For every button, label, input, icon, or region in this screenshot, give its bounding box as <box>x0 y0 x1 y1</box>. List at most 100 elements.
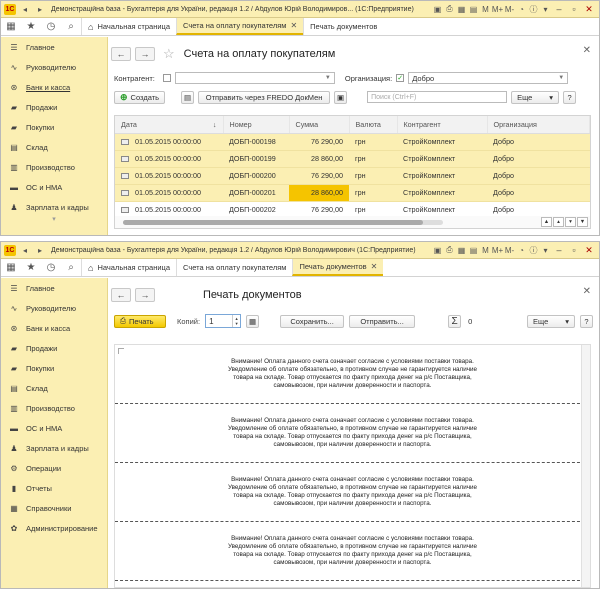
sidebar-item[interactable]: ⊛ Банк и касса <box>1 77 107 97</box>
sidebar-item[interactable]: ☰ Главное <box>1 278 107 298</box>
sidebar-item[interactable]: ⚙ Операции <box>1 458 107 478</box>
save-button[interactable]: Сохранить... <box>280 314 345 328</box>
save-icon[interactable]: ▣ <box>432 245 443 256</box>
calculator-icon[interactable]: ▤ <box>468 245 479 256</box>
sidebar-item[interactable]: ♟ Зарплата и кадры <box>1 438 107 458</box>
copies-stepper[interactable]: 1 ▲ ▼ <box>205 314 242 328</box>
calendar-icon[interactable]: ▦ <box>456 245 467 256</box>
dropdown-icon[interactable]: ▼ <box>325 75 331 81</box>
sidebar-item[interactable]: ▰ Продажи <box>1 338 107 358</box>
prev-page-icon[interactable]: ▴ <box>553 217 564 227</box>
form-close-icon[interactable]: ✕ <box>583 45 591 56</box>
favorite-star-icon[interactable]: ☆ <box>163 46 175 62</box>
tab-home[interactable]: ⌂ Начальная страница <box>81 259 176 276</box>
document-list-icon[interactable]: ▤ <box>181 90 195 104</box>
back-arrow-icon[interactable]: ◂ <box>19 245 31 256</box>
spin-arrows-icon[interactable]: ▲ ▼ <box>232 315 240 327</box>
back-button[interactable]: ← <box>111 47 131 61</box>
print-icon[interactable]: ⎙ <box>444 4 455 15</box>
scroll-thumb[interactable] <box>123 219 423 225</box>
help-button[interactable]: ? <box>563 90 577 104</box>
column-header[interactable]: Сумма <box>289 116 350 134</box>
close-icon[interactable]: ✕ <box>582 244 596 257</box>
menu-icon[interactable]: ▾ <box>540 245 551 256</box>
memory-plus-button[interactable]: M+ <box>492 4 503 15</box>
organization-checkbox[interactable]: ✓ <box>396 74 405 82</box>
dropdown-icon[interactable]: ▼ <box>558 75 564 81</box>
column-header[interactable]: Дата ↓ <box>115 116 224 134</box>
sidebar-more-icon[interactable]: ▾ <box>1 216 107 223</box>
organization-field[interactable]: Добро ▼ <box>408 72 569 84</box>
sidebar-item[interactable]: ▰ Покупки <box>1 117 107 137</box>
history-icon[interactable]: ◷ <box>41 259 61 276</box>
sidebar-item[interactable]: ▰ Покупки <box>1 358 107 378</box>
print-button[interactable]: ⎙ Печать <box>114 314 166 328</box>
sidebar-item[interactable]: ☰ Главное <box>1 37 107 57</box>
form-close-icon[interactable]: ✕ <box>583 286 591 297</box>
forward-button[interactable]: → <box>135 47 155 61</box>
more-button[interactable]: Еще ▾ <box>527 314 575 328</box>
bell-icon[interactable]: ◔ <box>516 4 527 15</box>
column-header[interactable]: Номер <box>223 116 290 134</box>
send-button[interactable]: Отправить... <box>349 314 416 328</box>
print-icon[interactable]: ⎙ <box>444 245 455 256</box>
tab-invoices[interactable]: Счета на оплату покупателям <box>176 259 292 276</box>
forward-button[interactable]: → <box>135 288 155 302</box>
memory-minus-button[interactable]: M- <box>504 245 515 256</box>
counterparty-checkbox[interactable] <box>162 74 171 82</box>
calendar-icon[interactable]: ▦ <box>456 4 467 15</box>
tab-invoices[interactable]: Счета на оплату покупателям ✕ <box>176 18 304 35</box>
forward-arrow-icon[interactable]: ▸ <box>34 4 46 15</box>
back-button[interactable]: ← <box>111 288 131 302</box>
tab-close-icon[interactable]: ✕ <box>290 21 297 30</box>
sidebar-item[interactable]: ▥ Производство <box>1 398 107 418</box>
column-header[interactable]: Контрагент <box>397 116 488 134</box>
sidebar-item[interactable]: ∿ Руководителю <box>1 57 107 77</box>
memory-plus-button[interactable]: M+ <box>492 245 503 256</box>
memory-minus-button[interactable]: M- <box>504 4 515 15</box>
forward-arrow-icon[interactable]: ▸ <box>34 245 46 256</box>
close-icon[interactable]: ✕ <box>582 3 596 16</box>
sidebar-item[interactable]: ▬ ОС и НМА <box>1 418 107 438</box>
favorites-icon[interactable]: ★ <box>21 259 41 276</box>
grid-menu-icon[interactable]: ▦ <box>1 259 21 276</box>
archive-icon[interactable]: ▣ <box>334 90 348 104</box>
minimize-icon[interactable]: – <box>552 244 566 257</box>
memory-button[interactable]: M <box>480 245 491 256</box>
table-row[interactable]: 01.05.2015 00:00:00 ДОБП-000200 76 290,00 г… <box>115 167 590 185</box>
calculator-icon[interactable]: ▤ <box>468 4 479 15</box>
column-header[interactable]: Организация <box>487 116 590 134</box>
favorites-icon[interactable]: ★ <box>21 18 41 35</box>
last-page-icon[interactable]: ▼ <box>577 217 588 227</box>
help-button[interactable]: ? <box>580 314 593 328</box>
print-preview[interactable]: Внимание! Оплата данного счета означает … <box>114 344 591 588</box>
minimize-icon[interactable]: – <box>552 3 566 16</box>
counterparty-field[interactable]: ▼ <box>174 72 335 84</box>
send-fredo-button[interactable]: Отправить через FREDO ДокМен <box>198 90 331 104</box>
sidebar-item[interactable]: ▦ Справочники <box>1 498 107 518</box>
info-icon[interactable]: ⓘ <box>528 245 539 256</box>
memory-button[interactable]: M <box>480 4 491 15</box>
vertical-scrollbar[interactable] <box>581 345 590 587</box>
sidebar-item[interactable]: ✿ Администрирование <box>1 518 107 538</box>
table-row[interactable]: 01.05.2015 00:00:00 ДОБП-000198 76 290,00 г… <box>115 133 590 151</box>
tab-close-icon[interactable]: ✕ <box>371 262 378 271</box>
sidebar-item[interactable]: ▰ Продажи <box>1 97 107 117</box>
search-icon[interactable]: ⌕ <box>61 18 81 35</box>
horizontal-scrollbar[interactable] <box>123 219 443 225</box>
sidebar-item[interactable]: ⊛ Банк и касса <box>1 318 107 338</box>
search-icon[interactable]: ⌕ <box>61 259 81 276</box>
create-button[interactable]: ⊕ Создать <box>114 90 166 104</box>
tab-home[interactable]: ⌂ Начальная страница <box>81 18 176 35</box>
table-row[interactable]: 01.05.2015 00:00:00 ДОБП-000201 28 860,00 г… <box>115 184 590 202</box>
table-settings-icon[interactable]: ▦ <box>246 314 260 328</box>
maximize-icon[interactable]: ▫ <box>567 3 581 16</box>
next-page-icon[interactable]: ▾ <box>565 217 576 227</box>
sort-down-icon[interactable]: ↓ <box>213 120 217 129</box>
info-icon[interactable]: ⓘ <box>528 4 539 15</box>
sidebar-item[interactable]: ∿ Руководителю <box>1 298 107 318</box>
sidebar-item[interactable]: ▬ ОС и НМА <box>1 177 107 197</box>
back-arrow-icon[interactable]: ◂ <box>19 4 31 15</box>
menu-icon[interactable]: ▾ <box>540 4 551 15</box>
sidebar-item[interactable]: ▮ Отчеты <box>1 478 107 498</box>
